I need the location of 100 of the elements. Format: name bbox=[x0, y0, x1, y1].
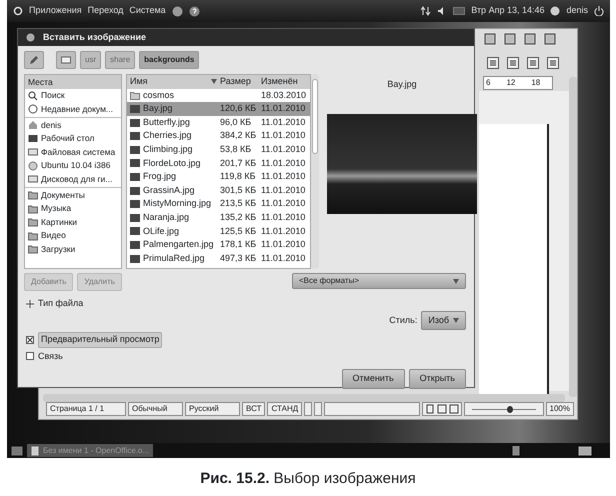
file-row[interactable]: FlordeLoto.jpg 201,7 КБ 11.01.2010 bbox=[127, 156, 310, 170]
file-size: 301,5 КБ bbox=[219, 184, 258, 197]
file-name: Naranja.jpg bbox=[143, 210, 190, 224]
scrollbar-thumb[interactable] bbox=[312, 79, 318, 154]
place-item[interactable]: denis bbox=[25, 118, 121, 132]
place-item[interactable]: Поиск bbox=[25, 89, 121, 102]
file-date: 11.01.2010 bbox=[261, 129, 306, 142]
scrollbar[interactable] bbox=[43, 394, 565, 402]
column-header[interactable]: Имя bbox=[127, 75, 217, 89]
file-row[interactable]: Butterfly.jpg 96,0 КБ 11.01.2010 bbox=[127, 116, 310, 130]
scrollbar[interactable] bbox=[311, 74, 319, 269]
place-item[interactable]: Документы bbox=[25, 188, 121, 202]
checkbox-label[interactable]: Предварительный просмотр bbox=[38, 332, 162, 348]
layout-icon bbox=[422, 402, 462, 416]
dialog-button[interactable]: Открыть bbox=[408, 369, 466, 388]
file-row[interactable]: MistyMorning.jpg 213,5 КБ 11.01.2010 bbox=[127, 197, 310, 211]
drive-button[interactable] bbox=[56, 51, 76, 69]
place-item[interactable]: Дисковод для ги... bbox=[25, 172, 121, 186]
slider-thumb[interactable] bbox=[506, 406, 513, 412]
file-date: 11.01.2010 bbox=[261, 238, 306, 252]
file-size: 201,7 КБ bbox=[219, 156, 258, 170]
file-row[interactable]: Climbing.jpg 53,8 КБ 11.01.2010 bbox=[127, 142, 310, 157]
file-date: 11.01.2010 bbox=[261, 143, 306, 156]
workspace-icon bbox=[578, 446, 592, 456]
file-name: Palmengarten.jpg bbox=[143, 238, 214, 252]
checkbox-label[interactable]: Связь bbox=[38, 350, 63, 363]
status-cell: ВСТ bbox=[242, 402, 266, 416]
column-header[interactable]: Места bbox=[25, 75, 121, 89]
dialog-button[interactable]: Отменить bbox=[342, 369, 405, 388]
column-header[interactable]: Размер bbox=[217, 75, 261, 89]
caret-icon bbox=[453, 278, 459, 284]
file-row[interactable]: Bay.jpg 120,6 КБ 11.01.2010 bbox=[127, 102, 310, 116]
drive-icon bbox=[61, 54, 71, 65]
list-icon bbox=[507, 57, 519, 69]
panel-user[interactable]: denis bbox=[566, 4, 588, 18]
clock-icon bbox=[28, 104, 38, 114]
place-item[interactable]: Рабочий стол bbox=[25, 132, 121, 146]
disc-icon bbox=[28, 160, 38, 171]
zoom-slider[interactable] bbox=[464, 402, 544, 416]
file-name: Butterfly.jpg bbox=[143, 116, 190, 129]
drive-icon bbox=[28, 147, 38, 158]
panel-menu[interactable]: Приложения bbox=[29, 4, 82, 18]
file-row[interactable]: GrassinA.jpg 301,5 КБ 11.01.2010 bbox=[127, 184, 310, 198]
network-icon bbox=[421, 6, 432, 16]
checked-checkbox[interactable] bbox=[26, 336, 34, 344]
file-row[interactable]: cosmos 18.03.2010 bbox=[127, 88, 310, 102]
checkbox[interactable] bbox=[26, 352, 34, 360]
status-cell: Обычный bbox=[128, 402, 183, 416]
place-item[interactable]: Недавние докум... bbox=[25, 102, 121, 116]
status-cell: Страница 1 / 1 bbox=[46, 402, 126, 416]
panel-menu[interactable]: Переход bbox=[88, 4, 124, 18]
edit-path-button[interactable] bbox=[24, 51, 44, 69]
file-name: Bay.jpg bbox=[143, 102, 172, 116]
file-size: 96,0 КБ bbox=[219, 116, 252, 129]
style-dropdown[interactable]: Изоб bbox=[421, 310, 466, 330]
ruler-mark: 12 bbox=[506, 77, 516, 89]
place-item[interactable]: Ubuntu 10.04 i386 bbox=[25, 158, 121, 172]
file-name: OLife.jpg bbox=[143, 224, 180, 238]
filter-dropdown[interactable]: <Все форматы> bbox=[292, 273, 466, 289]
file-row[interactable]: Frog.jpg 119,8 КБ 11.01.2010 bbox=[127, 170, 310, 184]
path-button[interactable]: backgrounds bbox=[139, 51, 200, 69]
file-date: 18.03.2010 bbox=[261, 88, 308, 102]
panel-menu[interactable]: Система bbox=[129, 4, 166, 18]
power-icon bbox=[594, 6, 604, 16]
file-size: 120,6 КБ bbox=[219, 102, 258, 116]
place-item[interactable]: Файловая система bbox=[25, 146, 121, 159]
style-label: Стиль: bbox=[389, 314, 418, 326]
file-date: 11.01.2010 bbox=[261, 252, 306, 265]
file-row[interactable]: OLife.jpg 125,5 КБ 11.01.2010 bbox=[127, 224, 310, 238]
file-row[interactable]: Cherries.jpg 384,2 КБ 11.01.2010 bbox=[127, 129, 310, 143]
status-cell: СТАНД bbox=[267, 402, 302, 416]
status-cell: Русский bbox=[185, 402, 240, 416]
file-name: cosmos bbox=[143, 88, 174, 102]
file-name: PrimulaRed.jpg bbox=[143, 252, 205, 265]
file-row[interactable]: Palmengarten.jpg 178,1 КБ 11.01.2010 bbox=[127, 238, 310, 252]
place-item[interactable]: Видео bbox=[25, 228, 121, 242]
column-label: Имя bbox=[130, 75, 148, 88]
expander[interactable]: Тип файла bbox=[18, 289, 474, 310]
file-size: 125,5 КБ bbox=[219, 224, 258, 238]
file-name: Cherries.jpg bbox=[143, 129, 192, 142]
place-item[interactable]: Музыка bbox=[25, 202, 121, 216]
toolbar-icon bbox=[524, 33, 536, 45]
file-date: 11.01.2010 bbox=[261, 197, 306, 210]
sort-arrow-icon bbox=[211, 79, 217, 84]
file-size: 213,5 КБ bbox=[219, 197, 258, 210]
scrollbar[interactable] bbox=[569, 77, 577, 397]
file-date: 11.01.2010 bbox=[261, 170, 306, 184]
file-size: 119,8 КБ bbox=[219, 170, 257, 184]
file-row[interactable]: PrimulaRed.jpg 497,3 КБ 11.01.2010 bbox=[127, 252, 310, 266]
file-row[interactable]: Naranja.jpg 135,2 КБ 11.01.2010 bbox=[127, 210, 310, 225]
list-icon bbox=[527, 57, 539, 69]
file-size: 178,1 КБ bbox=[219, 238, 258, 252]
column-header[interactable]: Изменён bbox=[261, 75, 309, 89]
file-date: 11.01.2010 bbox=[261, 116, 306, 129]
search-icon bbox=[28, 90, 38, 101]
document-icon bbox=[31, 446, 39, 456]
preview-title: Bay.jpg bbox=[387, 78, 417, 91]
place-item[interactable]: Загрузки bbox=[25, 242, 121, 256]
help-icon bbox=[188, 6, 200, 16]
place-item[interactable]: Картинки bbox=[25, 216, 121, 229]
